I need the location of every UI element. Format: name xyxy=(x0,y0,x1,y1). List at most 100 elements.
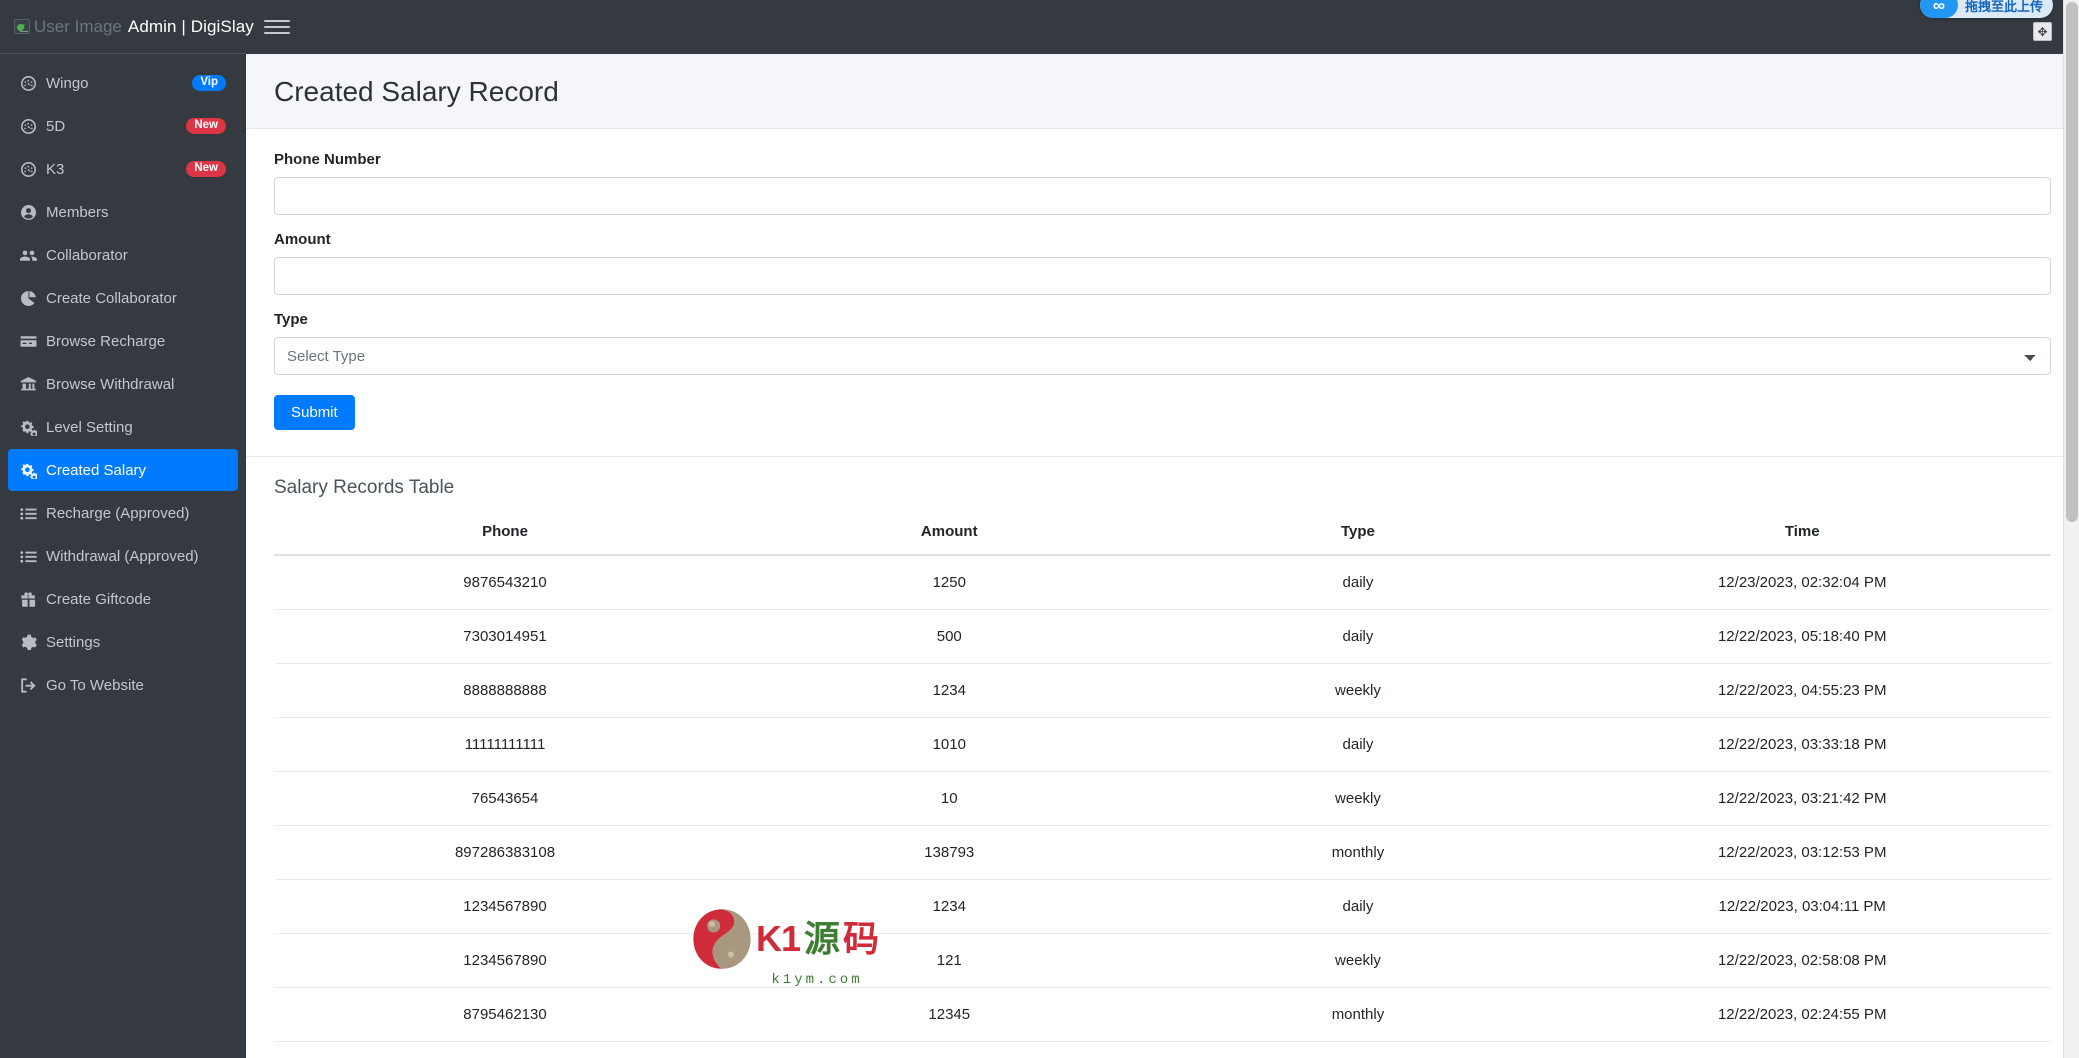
cogs-icon xyxy=(20,417,46,437)
amount-input[interactable] xyxy=(274,257,2051,295)
move-arrows-icon[interactable]: ✥ xyxy=(2033,22,2052,41)
table-row: 1234567890 1234 daily 12/22/2023, 03:04:11 … xyxy=(274,879,2051,934)
cogs-icon xyxy=(20,460,46,480)
sidebar-item-label: Members xyxy=(46,203,109,221)
table-cell-time: 12/22/2023, 02:58:08 PM xyxy=(1553,933,2051,988)
topbar xyxy=(246,0,2079,54)
sidebar-item-label: Recharge (Approved) xyxy=(46,504,190,522)
table-cell-time: 12/22/2023, 03:12:53 PM xyxy=(1553,825,2051,880)
sidebar-item-label: Created Salary xyxy=(46,461,147,479)
table-row: 8795462130 12345 monthly 12/22/2023, 02:24:… xyxy=(274,987,2051,1042)
vertical-scrollbar[interactable] xyxy=(2063,0,2079,1058)
hamburger-bar xyxy=(264,26,290,28)
table-row: 8888888888 1234 weekly 12/22/2023, 04:55:23… xyxy=(274,663,2051,718)
pie-chart-icon xyxy=(20,288,46,308)
table-cell-phone: 897286383108 xyxy=(274,825,737,880)
hamburger-bar xyxy=(264,32,290,34)
speedometer-icon xyxy=(20,116,46,136)
table-cell-time: 12/22/2023, 02:24:55 PM xyxy=(1553,987,2051,1042)
table-cell-type: daily xyxy=(1162,609,1554,664)
sidebar-item-recharge-approved[interactable]: Recharge (Approved) xyxy=(8,492,238,534)
sidebar-item-label: Withdrawal (Approved) xyxy=(46,547,199,565)
type-form-group: Type Select Typedailyweeklymonthly xyxy=(274,311,2051,375)
gift-icon xyxy=(20,589,46,609)
users-icon xyxy=(20,245,46,265)
sidebar-item-k3[interactable]: K3 New xyxy=(8,148,238,190)
upload-pill[interactable]: ∞ 拖拽至此上传 xyxy=(1919,0,2053,18)
table-cell-type: weekly xyxy=(1162,771,1554,826)
table-header-row: Phone Amount Type Time xyxy=(274,515,2051,556)
table-body: 9876543210 1250 daily 12/23/2023, 02:32:04 … xyxy=(274,555,2051,1058)
table-cell-time: 12/22/2023, 02:12:16 PM xyxy=(1553,1041,2051,1058)
sidebar-brand[interactable]: User Image Admin | DigiSlay xyxy=(0,0,254,54)
sidebar-item-browse-recharge[interactable]: Browse Recharge xyxy=(8,320,238,362)
sidebar-item-label: Go To Website xyxy=(46,676,144,694)
table-cell-type: daily xyxy=(1162,717,1554,772)
table-cell-phone: 1234567890 xyxy=(274,879,737,934)
infinity-icon: ∞ xyxy=(1919,0,1958,18)
hamburger-icon[interactable] xyxy=(264,14,290,40)
phone-label: Phone Number xyxy=(274,151,381,168)
upload-widget-text: 拖拽至此上传 xyxy=(1964,0,2043,14)
sidebar-item-settings[interactable]: Settings xyxy=(8,621,238,663)
phone-input[interactable] xyxy=(274,177,2051,215)
type-select[interactable]: Select Typedailyweeklymonthly xyxy=(274,337,2051,375)
sidebar-item-badge: New xyxy=(186,160,226,178)
bank-icon xyxy=(20,374,46,394)
submit-button[interactable]: Submit xyxy=(274,395,355,430)
sidebar-item-label: Wingo xyxy=(46,74,89,92)
sidebar-nav: Wingo Vip 5D New K3 New Members Collaborator Cre… xyxy=(0,54,246,706)
sidebar-item-go-to-website[interactable]: Go To Website xyxy=(8,664,238,706)
sidebar-item-created-salary[interactable]: Created Salary xyxy=(8,449,238,491)
table-cell-type: weekly xyxy=(1162,933,1554,988)
table-cell-type: weekly xyxy=(1162,663,1554,718)
table-cell-time: 12/22/2023, 03:33:18 PM xyxy=(1553,717,2051,772)
table-cell-phone: 9876543210 xyxy=(274,1041,737,1058)
table-row: 7303014951 500 daily 12/22/2023, 05:18:40 P… xyxy=(274,609,2051,664)
sidebar: User Image Admin | DigiSlay Wingo Vip 5D Ne… xyxy=(0,0,254,1058)
sidebar-item-label: Level Setting xyxy=(46,418,133,436)
speedometer-icon xyxy=(20,159,46,179)
table-cell-time: 12/22/2023, 03:04:11 PM xyxy=(1553,879,2051,934)
table-cell-amount: 1234 xyxy=(736,663,1163,718)
table-header-type: Type xyxy=(1162,515,1554,556)
user-circle-icon xyxy=(20,202,46,222)
vertical-scrollbar-thumb[interactable] xyxy=(2066,2,2078,522)
table-cell-amount: 500 xyxy=(736,609,1163,664)
sidebar-item-badge: Vip xyxy=(192,74,226,92)
sidebar-item-collaborator[interactable]: Collaborator xyxy=(8,234,238,276)
type-label: Type xyxy=(274,311,308,328)
sidebar-item-wingo[interactable]: Wingo Vip xyxy=(8,62,238,104)
sidebar-item-label: Browse Withdrawal xyxy=(46,375,175,393)
sidebar-item-label: 5D xyxy=(46,117,66,135)
table-cell-phone: 1234567890 xyxy=(274,933,737,988)
table-cell-phone: 9876543210 xyxy=(274,555,737,610)
sidebar-item-withdrawal-approved[interactable]: Withdrawal (Approved) xyxy=(8,535,238,577)
table-cell-type: daily xyxy=(1162,879,1554,934)
table-row: 987654321012345daily12/22/2023, 02:12:16… xyxy=(274,1041,2051,1058)
sidebar-item-members[interactable]: Members xyxy=(8,191,238,233)
table-header-time: Time xyxy=(1553,515,2051,556)
table-cell-amount: 1234 xyxy=(736,879,1163,934)
sidebar-item-5d[interactable]: 5D New xyxy=(8,105,238,147)
table-cell-amount: 12345 xyxy=(736,1041,1163,1058)
page-title: Created Salary Record xyxy=(274,76,559,107)
table-cell-type: monthly xyxy=(1162,987,1554,1042)
table-row: 9876543210 1250 daily 12/23/2023, 02:32:04 … xyxy=(274,555,2051,610)
upload-widget[interactable]: ∞ 拖拽至此上传 xyxy=(1919,0,2053,18)
amount-form-group: Amount xyxy=(274,231,2051,295)
table-cell-phone: 7303014951 xyxy=(274,609,737,664)
user-image-broken-icon: User Image xyxy=(14,17,122,37)
salary-records-section: Salary Records Table Phone Amount Type Time… xyxy=(246,457,2079,1058)
sidebar-item-level-setting[interactable]: Level Setting xyxy=(8,406,238,448)
sidebar-item-label: Create Giftcode xyxy=(46,590,152,608)
table-row: 11111111111 1010 daily 12/22/2023, 03:33:18… xyxy=(274,717,2051,772)
table-cell-time: 12/22/2023, 03:21:42 PM xyxy=(1553,771,2051,826)
sidebar-item-browse-withdrawal[interactable]: Browse Withdrawal xyxy=(8,363,238,405)
sidebar-item-create-collaborator[interactable]: Create Collaborator xyxy=(8,277,238,319)
sidebar-item-label: Settings xyxy=(46,633,101,651)
credit-card-icon xyxy=(20,331,46,351)
sidebar-item-create-giftcode[interactable]: Create Giftcode xyxy=(8,578,238,620)
table-cell-amount: 138793 xyxy=(736,825,1163,880)
phone-form-group: Phone Number xyxy=(274,151,2051,215)
